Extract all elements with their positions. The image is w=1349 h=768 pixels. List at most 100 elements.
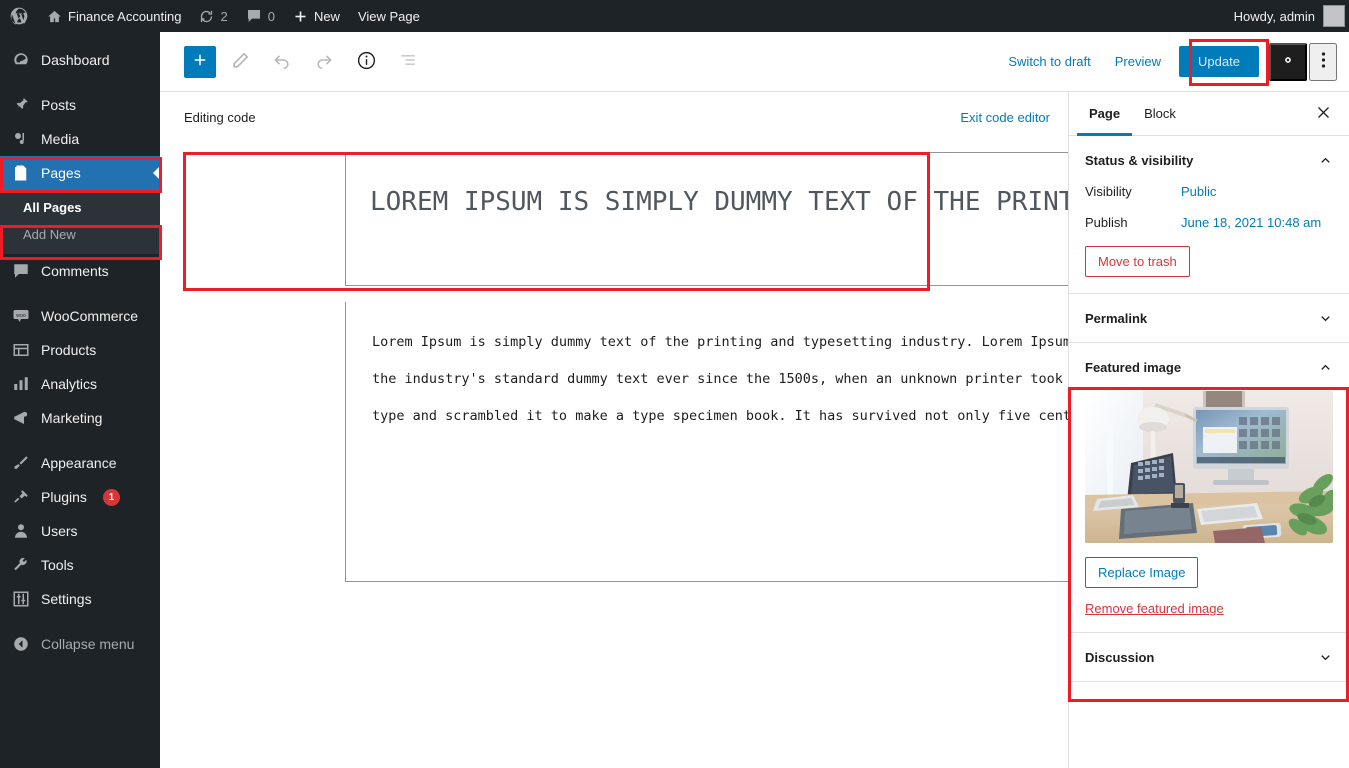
pencil-icon [231, 51, 250, 73]
updates-button[interactable]: 2 [190, 0, 236, 32]
publish-date-button[interactable]: June 18, 2021 10:48 am [1181, 215, 1321, 230]
panel-featured-image: Featured image Replace Image Remove feat… [1069, 343, 1349, 633]
visibility-label: Visibility [1085, 184, 1132, 199]
panel-status-visibility: Status & visibility Visibility Public Pu… [1069, 136, 1349, 294]
add-block-button[interactable] [184, 45, 216, 78]
megaphone-icon [11, 408, 31, 428]
status-visibility-title: Status & visibility [1085, 152, 1194, 168]
switch-to-draft-button[interactable]: Switch to draft [996, 54, 1102, 69]
permalink-header[interactable]: Permalink [1069, 294, 1349, 342]
account-area[interactable]: Howdy, admin [1234, 5, 1349, 27]
pages-submenu: All Pages Add New [0, 190, 160, 254]
pages-icon [11, 163, 31, 183]
sidebar-item-collapse-menu[interactable]: Collapse menu [0, 627, 160, 661]
sidebar-item-tools[interactable]: Tools [0, 548, 160, 582]
analytics-bars-icon [11, 374, 31, 394]
plus-icon [293, 9, 308, 24]
visibility-value-button[interactable]: Public [1181, 184, 1216, 199]
updates-icon [199, 9, 214, 24]
redo-button[interactable] [306, 44, 342, 80]
products-icon [11, 340, 31, 360]
chevron-up-icon [1318, 360, 1333, 375]
sidebar-item-users[interactable]: Users [0, 514, 160, 548]
discussion-title: Discussion [1085, 649, 1155, 665]
avatar [1323, 5, 1345, 27]
plugins-update-badge: 1 [102, 488, 120, 506]
sidebar-item-pages[interactable]: Pages [0, 156, 160, 190]
update-button[interactable]: Update [1179, 46, 1259, 77]
menu-spacer-3 [0, 435, 160, 446]
publish-label: Publish [1085, 215, 1128, 230]
media-icon [11, 129, 31, 149]
sidebar-item-label: Users [41, 523, 78, 539]
panel-permalink: Permalink [1069, 294, 1349, 343]
sidebar-item-comments[interactable]: Comments [0, 254, 160, 288]
new-content-button[interactable]: New [284, 0, 349, 32]
chevron-down-icon [1318, 311, 1333, 326]
featured-image-thumbnail[interactable] [1085, 391, 1333, 543]
status-visibility-header[interactable]: Status & visibility [1069, 136, 1349, 184]
sidebar-item-marketing[interactable]: Marketing [0, 401, 160, 435]
sidebar-item-analytics[interactable]: Analytics [0, 367, 160, 401]
sidebar-item-plugins[interactable]: Plugins 1 [0, 480, 160, 514]
sliders-icon [11, 589, 31, 609]
redo-arrow-icon [314, 50, 334, 73]
tab-page[interactable]: Page [1077, 92, 1133, 136]
wordpress-logo-button[interactable] [0, 0, 38, 32]
sidebar-item-dashboard[interactable]: Dashboard [0, 43, 160, 77]
featured-image-header[interactable]: Featured image [1069, 343, 1349, 391]
home-icon [47, 9, 62, 24]
discussion-header[interactable]: Discussion [1069, 633, 1349, 681]
sidebar-item-media[interactable]: Media [0, 122, 160, 156]
comments-button[interactable]: 0 [237, 0, 284, 32]
site-name-button[interactable]: Finance Accounting [38, 0, 190, 32]
sidebar-item-label: Media [41, 131, 80, 147]
sidebar-item-settings[interactable]: Settings [0, 582, 160, 616]
visibility-row: Visibility Public [1085, 184, 1333, 199]
sidebar-item-woocommerce[interactable]: woo WooCommerce [0, 299, 160, 333]
tab-block[interactable]: Block [1132, 92, 1188, 136]
sidebar-item-posts[interactable]: Posts [0, 88, 160, 122]
sidebar-item-products[interactable]: Products [0, 333, 160, 367]
plug-icon [11, 487, 31, 507]
sidebar-item-appearance[interactable]: Appearance [0, 446, 160, 480]
menu-spacer-1 [0, 77, 160, 88]
close-x-icon [1316, 105, 1331, 123]
settings-toggle-button[interactable] [1269, 42, 1307, 81]
menu-spacer-4 [0, 616, 160, 627]
comment-bubble-icon [246, 8, 262, 24]
sidebar-item-label: Appearance [41, 455, 117, 471]
pin-icon [11, 95, 31, 115]
code-editor-area: Editing code Exit code editor LOREM IPSU… [160, 92, 1203, 768]
sidebar-item-all-pages[interactable]: All Pages [0, 194, 160, 221]
more-options-button[interactable] [1309, 42, 1337, 81]
sidebar-item-label: Tools [41, 557, 74, 573]
view-page-label: View Page [357, 8, 420, 24]
preview-button[interactable]: Preview [1103, 54, 1173, 69]
info-circle-icon [356, 50, 377, 74]
code-title-text: LOREM IPSUM IS SIMPLY DUMMY TEXT OF THE … [370, 187, 1122, 217]
details-button[interactable] [348, 44, 384, 80]
svg-text:woo: woo [16, 313, 26, 319]
move-to-trash-button[interactable]: Move to trash [1085, 246, 1190, 277]
sidebar-item-add-new[interactable]: Add New [0, 221, 160, 248]
remove-featured-image-link[interactable]: Remove featured image [1085, 601, 1333, 616]
view-page-button[interactable]: View Page [349, 0, 429, 32]
wordpress-logo-icon [9, 6, 29, 26]
status-visibility-body: Visibility Public Publish June 18, 2021 … [1069, 184, 1349, 293]
settings-tabs: Page Block [1069, 92, 1349, 136]
code-content-text: Lorem Ipsum is simply dummy text of the … [372, 334, 1161, 424]
gear-icon [1279, 51, 1297, 72]
exit-code-editor-link[interactable]: Exit code editor [960, 110, 1050, 125]
collapse-arrow-icon [11, 634, 31, 654]
close-settings-button[interactable] [1305, 96, 1341, 132]
permalink-title: Permalink [1085, 310, 1148, 326]
undo-arrow-icon [272, 50, 292, 73]
replace-image-button[interactable]: Replace Image [1085, 557, 1199, 588]
undo-button[interactable] [264, 44, 300, 80]
paintbrush-icon [11, 453, 31, 473]
tools-pencil-button[interactable] [222, 44, 258, 80]
admin-sidebar-menu: Dashboard Posts Media Pages All Pages Ad… [0, 32, 160, 768]
list-view-button[interactable] [390, 44, 426, 80]
sidebar-item-label: Comments [41, 263, 109, 279]
